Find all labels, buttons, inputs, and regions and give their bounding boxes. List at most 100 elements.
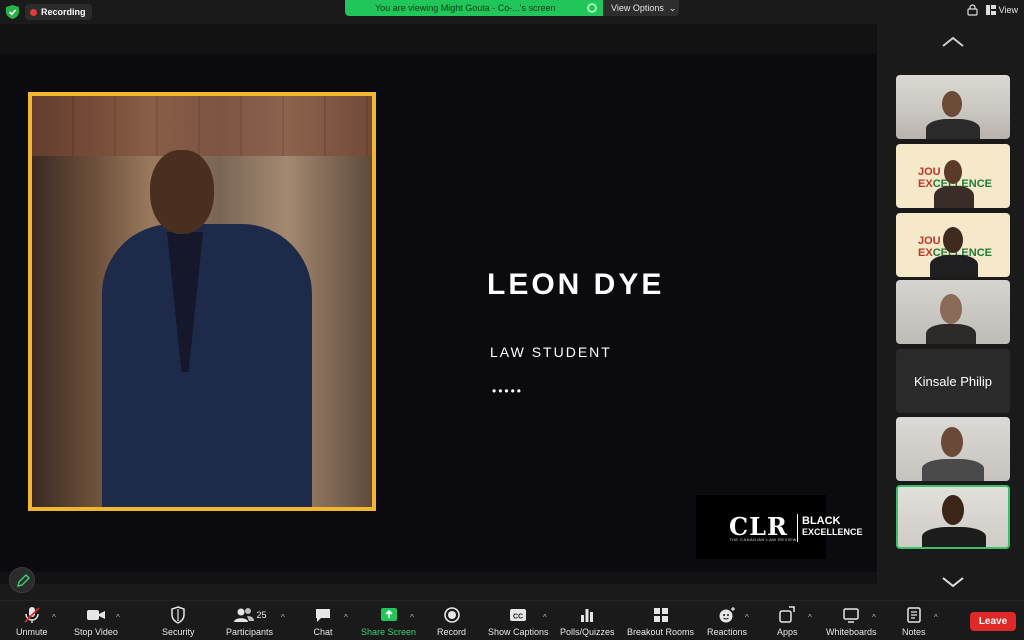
microphone-muted-icon	[24, 607, 40, 623]
suit-jacket	[102, 224, 312, 507]
annotate-button[interactable]	[9, 567, 35, 593]
record-button[interactable]: Record	[437, 605, 466, 637]
participant-name: Kinsale Philip	[913, 373, 993, 389]
video-options-caret[interactable]: ^	[116, 613, 120, 622]
bar-chart-icon	[581, 609, 594, 622]
chat-options-caret[interactable]: ^	[344, 613, 348, 622]
breakout-rooms-button[interactable]: Breakout Rooms	[627, 605, 694, 637]
notes-options-caret[interactable]: ^	[934, 613, 938, 622]
pencil-icon	[17, 574, 30, 587]
show-captions-button[interactable]: CC Show Captions	[488, 605, 549, 637]
chevron-down-icon: ⌄	[668, 2, 677, 13]
share-screen-label: Share Screen	[361, 627, 417, 637]
view-options-label: View Options	[611, 3, 664, 13]
chat-label: Chat	[313, 627, 333, 637]
logo-divider	[797, 514, 798, 542]
reactions-label: Reactions	[707, 627, 748, 637]
speaker-name: LEON DYE	[487, 268, 665, 301]
security-label: Security	[162, 627, 195, 637]
shield-check-icon[interactable]	[6, 5, 19, 19]
chevron-down-icon[interactable]	[941, 576, 965, 588]
reactions-button[interactable]: Reactions	[707, 605, 747, 637]
record-dot-icon	[30, 8, 37, 16]
reactions-options-caret[interactable]: ^	[745, 613, 749, 622]
svg-text:CC: CC	[513, 614, 523, 621]
participant-head	[942, 91, 962, 117]
participants-icon-group: 25	[233, 605, 267, 625]
participant-head	[941, 427, 963, 457]
decorative-dots: •••••	[492, 384, 524, 398]
smiley-plus-icon	[719, 607, 736, 623]
top-bar: Recording You are viewing Might Gouta - …	[0, 0, 1024, 24]
participant-body	[930, 255, 978, 277]
video-tile[interactable]	[896, 280, 1010, 344]
video-tile-active-speaker[interactable]	[896, 485, 1010, 549]
apps-button[interactable]: Apps	[777, 605, 798, 637]
whiteboards-label: Whiteboards	[826, 627, 877, 637]
whiteboards-button[interactable]: Whiteboards	[826, 605, 877, 637]
participant-head	[942, 495, 964, 525]
participants-options-caret[interactable]: ^	[281, 613, 285, 622]
notes-button[interactable]: Notes	[902, 605, 926, 637]
participant-body	[926, 324, 976, 344]
recording-indicator[interactable]: Recording	[25, 4, 92, 20]
recording-label: Recording	[41, 7, 86, 17]
polls-label: Polls/Quizzes	[560, 627, 615, 637]
captions-icon: CC	[510, 609, 527, 621]
apps-label: Apps	[777, 627, 798, 637]
polls-button[interactable]: Polls/Quizzes	[560, 605, 615, 637]
logo-black: BLACK	[802, 515, 841, 527]
audio-options-caret[interactable]: ^	[52, 613, 56, 622]
share-screen-icon	[380, 608, 397, 621]
participant-head	[944, 160, 962, 184]
participants-button[interactable]: 25 Participants	[226, 605, 273, 637]
video-tile-named[interactable]: Kinsale Philip	[896, 349, 1010, 413]
participant-body	[934, 186, 974, 208]
participants-count: 25	[256, 610, 267, 620]
share-screen-button[interactable]: Share Screen	[361, 605, 416, 637]
video-tile[interactable]: JOU EXCELLENCE	[896, 213, 1010, 277]
people-icon	[233, 608, 254, 622]
logo-subtitle: THE CANADIAN LAW REVIEW	[729, 537, 797, 542]
unmute-button[interactable]: Unmute	[16, 605, 48, 637]
meeting-toolbar: Unmute ^ Stop Video ^ Security 25 Partic…	[0, 600, 1024, 640]
clr-logo: CLR THE CANADIAN LAW REVIEW BLACK EXCELL…	[696, 495, 863, 559]
video-tile[interactable]: JOU EXCELLENCE	[896, 144, 1010, 208]
whiteboard-icon	[843, 608, 860, 623]
chat-bubble-icon	[316, 609, 330, 622]
video-tile[interactable]	[896, 417, 1010, 481]
view-options-button[interactable]: View Options ⌄	[603, 0, 679, 16]
unmute-label: Unmute	[16, 627, 48, 637]
participant-body	[926, 119, 980, 139]
video-tile[interactable]	[896, 75, 1010, 139]
shared-screen: LEON DYE LAW STUDENT ••••• CLR THE CANAD…	[0, 24, 877, 584]
participant-head	[940, 294, 962, 324]
apps-options-caret[interactable]: ^	[808, 613, 812, 622]
journey-text-ex: EX	[918, 178, 933, 190]
journey-text-ex: EX	[918, 247, 933, 259]
speaker-photo	[28, 92, 376, 511]
participant-body	[922, 459, 984, 481]
notes-icon	[907, 607, 921, 623]
view-label: View	[998, 5, 1018, 15]
brick-wall	[32, 96, 372, 156]
security-button[interactable]: Security	[162, 605, 195, 637]
share-options-caret[interactable]: ^	[410, 613, 414, 622]
apps-icon	[779, 606, 795, 623]
participant-body	[922, 527, 986, 547]
notes-label: Notes	[902, 627, 926, 637]
whiteboards-options-caret[interactable]: ^	[872, 613, 876, 622]
security-shield-icon	[171, 606, 185, 624]
leave-button[interactable]: Leave	[970, 612, 1016, 631]
presentation-slide: LEON DYE LAW STUDENT ••••• CLR THE CANAD…	[0, 54, 877, 572]
participant-gallery: JOU EXCELLENCE JOU EXCELLENCE Kinsale Ph…	[877, 24, 1024, 600]
view-button[interactable]: View	[985, 5, 1018, 15]
chevron-up-icon[interactable]	[941, 36, 965, 48]
speaker-title: LAW STUDENT	[490, 344, 612, 360]
captions-options-caret[interactable]: ^	[543, 613, 547, 622]
privacy-icon[interactable]	[967, 4, 978, 16]
grid-icon	[653, 608, 668, 622]
stop-video-button[interactable]: Stop Video	[74, 605, 118, 637]
participant-head	[943, 227, 963, 253]
chat-button[interactable]: Chat	[313, 605, 333, 637]
